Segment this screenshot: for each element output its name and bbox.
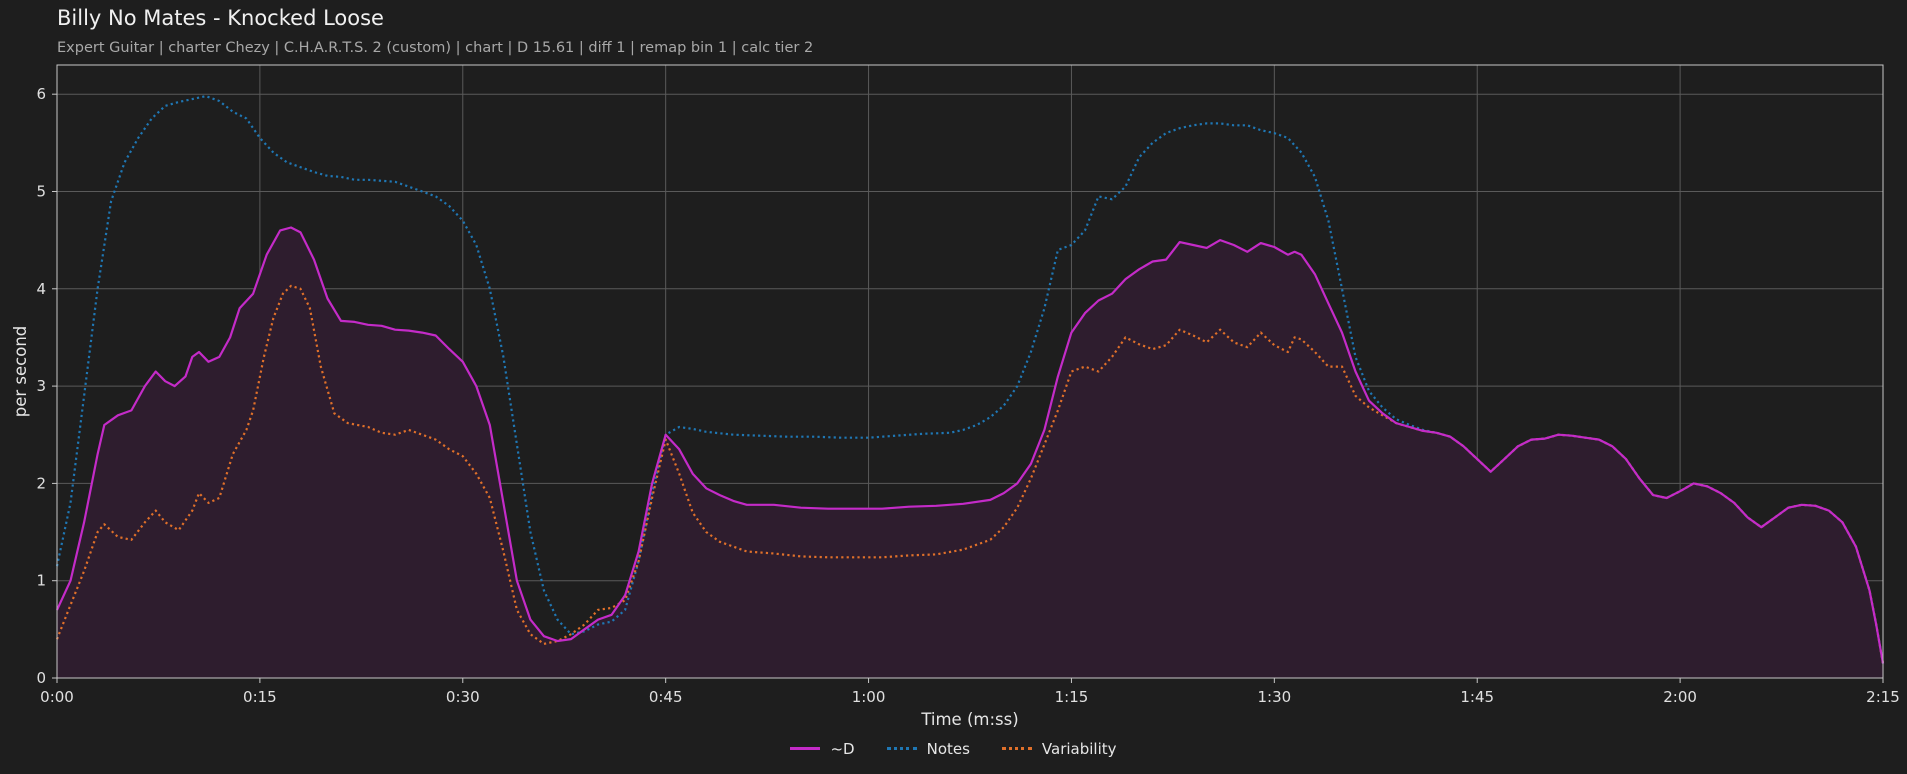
chart-canvas: 0:00 0:15 0:30 0:45 1:00 1:15 1:30 1:45 2:00 2:15… [11,64,1900,729]
legend-label: ~D [830,739,855,758]
legend-label: Variability [1041,739,1117,758]
legend-label: Notes [926,739,970,758]
legend-swatch [790,747,821,750]
y-axis-label: per second [11,326,30,418]
y-tick-label: 3 [36,377,46,395]
x-tick-label: 2:00 [1663,688,1697,706]
y-tick-label: 4 [36,280,46,298]
legend-swatch [886,747,917,750]
legend-item: Variability [1001,739,1117,758]
y-tick-label: 6 [36,85,46,103]
x-tick-label: 1:15 [1055,688,1089,706]
y-tick-label: 0 [36,669,46,687]
fill-layer [57,227,1883,678]
x-tick-label: 0:45 [649,688,683,706]
d-area-fill [57,227,1883,678]
y-tick-label: 5 [36,182,46,200]
x-tick-label: 1:30 [1257,688,1291,706]
x-tick-label: 2:15 [1866,688,1900,706]
legend-item: Notes [886,739,970,758]
x-tick-label: 1:45 [1460,688,1494,706]
x-tick-label: 0:30 [446,688,480,706]
x-tick-label: 0:00 [40,688,74,706]
legend-item: ~D [790,739,855,758]
legend-swatch [1001,747,1032,750]
y-tick-label: 1 [36,572,46,590]
x-tick-label: 1:00 [852,688,886,706]
x-axis-label: Time (m:ss) [920,710,1018,729]
legend: ~D Notes Variability [0,736,1907,758]
x-tick-label: 0:15 [243,688,277,706]
y-tick-label: 2 [36,474,46,492]
